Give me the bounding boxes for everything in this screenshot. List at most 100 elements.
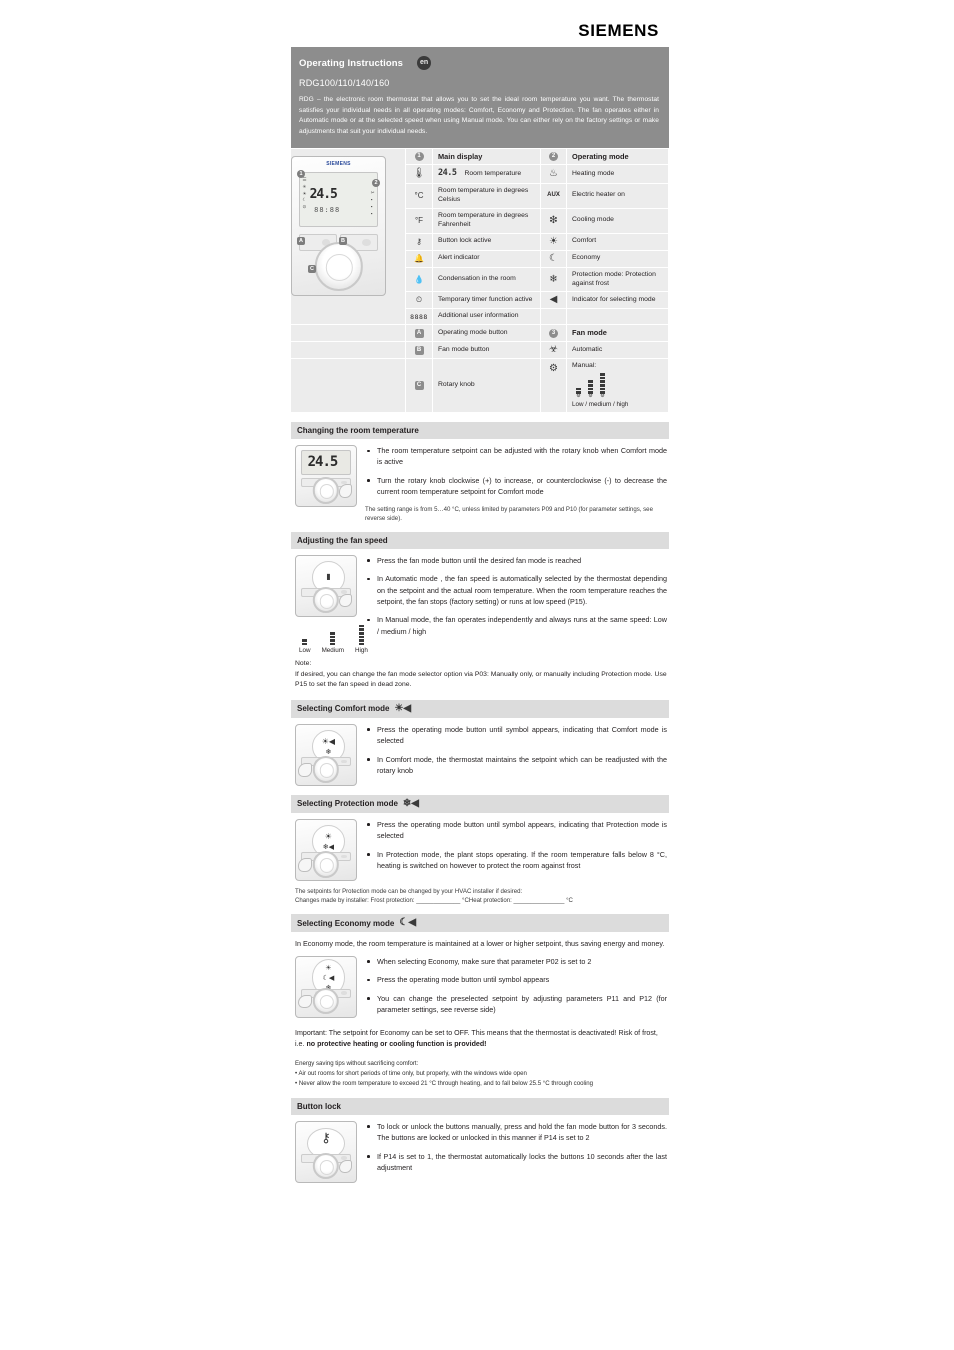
thermometer-icon: 🌡 (406, 165, 433, 184)
callout-a-badge: A (297, 236, 305, 245)
comfort-sun-icon: ☀◀ (321, 737, 336, 747)
section-body-selecting-economy-mode: ☀ ☾◀ ❄ When selecting Economy, make sure… (291, 950, 669, 1023)
badge-1: 1 (414, 152, 424, 162)
lcd-temperature-value: 24.5 (309, 186, 338, 202)
list-item: Press the fan mode button until the desi… (365, 555, 667, 566)
section-text: When selecting Economy, make sure that p… (365, 956, 667, 1023)
legend-num-badge-1: 1 (406, 148, 433, 166)
section-head-selecting-comfort-mode: Selecting Comfort mode ☀◀ (291, 699, 669, 718)
note-block-fan: Note: If desired, you can change the fan… (295, 659, 669, 691)
callout-c-badge: C (308, 264, 316, 273)
section-text: The room temperature setpoint can be adj… (365, 445, 667, 523)
device-rotary-knob (312, 477, 340, 504)
section-body-selecting-comfort-mode: ☀◀ ❄ Press the operating mode button unt… (291, 718, 669, 786)
protection-frost-icon: ❄◀ (402, 797, 419, 809)
device-rotary-knob (312, 587, 340, 614)
list-item: In Manual mode, the fan operates indepen… (365, 614, 667, 637)
fan-speed-medium: ⚙ (588, 380, 593, 398)
note-text: If desired, you can change the fan mode … (295, 670, 667, 689)
economy-moon-icon: ☾◀ (322, 974, 335, 982)
timer-icon: ⏲ (406, 292, 433, 310)
legend-num-badge-2: 2 (541, 148, 567, 166)
seven-segment-icon: 8888 (406, 309, 433, 326)
legend-row-rotary-knob: Rotary knob (433, 359, 541, 414)
bullet-list: When selecting Economy, make sure that p… (365, 956, 667, 1016)
device-thumb-economy: ☀ ☾◀ ❄ (295, 955, 357, 1018)
legend-row-mode-indicator: Indicator for selecting mode (567, 292, 669, 310)
list-item: If P14 is set to 1, the thermostat autom… (365, 1151, 667, 1174)
fan-speed-high: ⚙ (600, 373, 605, 399)
device-lcd: ☰ ✳ ☀ ☾ ⊙ ✂ ▪ ▪ ▪ 24.5 88:88 (299, 171, 378, 228)
language-badge-icon: en (417, 56, 432, 70)
legend-row-room-temperature: 24.5 Room temperature (433, 165, 541, 184)
device-lcd: 24.5 (300, 450, 352, 476)
legend-row-temporary-timer: Temporary timer function active (433, 292, 541, 310)
hand-icon (339, 594, 353, 608)
fan-bars-icon: ▮ (326, 572, 331, 582)
list-item: Press the operating mode button until sy… (365, 724, 667, 747)
list-item: In Comfort mode, the thermostat maintain… (365, 754, 667, 777)
section-text: To lock or unlock the buttons manually, … (365, 1121, 667, 1183)
list-item: In Automatic mode , the fan speed is aut… (365, 573, 667, 607)
hand-icon (298, 995, 312, 1009)
legend-row-alert-indicator: Alert indicator (433, 250, 541, 268)
device-rotary-knob (312, 851, 340, 878)
badge-c: C (414, 381, 424, 391)
intro-block: Operating Instructions en RDG100/110/140… (291, 47, 669, 148)
fan-manual-caption: Low / medium / high (572, 400, 629, 408)
section-title: Selecting Economy mode (297, 918, 395, 928)
device-brand-label: SIEMENS (326, 160, 351, 167)
heating-icon: ♨ (541, 165, 567, 184)
legend-num-badge-3: 3 (541, 325, 567, 343)
device-rotary-knob (314, 242, 363, 291)
section-head-changing-room-temperature: Changing the room temperature (291, 422, 669, 440)
protection-frost-icon: ❄ (325, 749, 332, 757)
fan-automatic-icon: ☣ (541, 342, 567, 360)
section-body-selecting-protection-mode: ☀ ❄◀ Press the operating mode button unt… (291, 813, 669, 881)
tip-item: • Air out rooms for short periods of tim… (295, 1070, 527, 1078)
hand-icon (298, 858, 312, 872)
lcd-right-icons: ✂ ▪ ▪ ▪ (370, 189, 375, 217)
device-thumb-fan: ▮ (295, 554, 357, 617)
legend-badge-c: C (406, 359, 433, 414)
bullet-list: The room temperature setpoint can be adj… (365, 445, 667, 498)
legend-row-additional-user-info: Additional user information (433, 309, 541, 326)
fine-print-setting-range: The setting range is from 5…40 °C, unles… (365, 505, 653, 522)
tip-item: • Never allow the room temperature to ex… (295, 1079, 593, 1087)
device-thumb-comfort: ☀◀ ❄ (295, 723, 357, 786)
model-number: RDG100/110/140/160 (299, 78, 390, 88)
comfort-sun-icon: ☀ (541, 233, 567, 251)
economy-moon-icon: ☾ (541, 250, 567, 268)
callout-1-badge: 1 (297, 169, 305, 178)
document-page: SIEMENS Operating Instructions en RDG100… (291, 0, 669, 1183)
badge-2: 2 (549, 152, 558, 162)
section-body-button-lock: ⚷ To lock or unlock the buttons manually… (291, 1115, 669, 1183)
legend-spacer-a (541, 309, 567, 326)
page-title: Operating Instructions (299, 57, 404, 69)
electric-heater-icon: AUX (541, 183, 567, 209)
hand-icon (339, 1160, 353, 1174)
protection-frost-icon: ❄◀ (322, 844, 335, 852)
key-lock-icon: ⚷ (406, 233, 433, 251)
mode-selector-arrow-icon: ◀ (541, 292, 567, 310)
legend-device-illustration-cell: SIEMENS ☰ ✳ ☀ ☾ ⊙ ✂ ▪ ▪ ▪ 24.5 88:88 1 2 A B C (291, 148, 406, 326)
legend-row-fan-automatic: Automatic (567, 342, 669, 360)
device-thumb-temperature: 24.5 (295, 445, 357, 508)
bullet-list: Press the operating mode button until sy… (365, 819, 667, 872)
list-item: To lock or unlock the buttons manually, … (365, 1121, 667, 1144)
lcd-left-icons: ☰ ✳ ☀ ☾ ⊙ (302, 177, 307, 210)
fan-label-low: Low (299, 647, 311, 655)
section-body-changing-room-temperature: 24.5 The room temperature setpoint can b… (291, 439, 669, 523)
section-title: Button lock (297, 1101, 341, 1111)
protection-footnote: The setpoints for Protection mode can be… (295, 887, 667, 905)
legend-table: SIEMENS ☰ ✳ ☀ ☾ ⊙ ✂ ▪ ▪ ▪ 24.5 88:88 1 2 A B C (291, 148, 669, 414)
important-bold: no protective heating or cooling functio… (306, 1040, 487, 1049)
thumb-temp-value: 24.5 (307, 453, 339, 470)
list-item: In Protection mode, the plant stops oper… (365, 849, 667, 872)
comfort-sun-icon: ☀ (324, 832, 332, 842)
intro-description: RDG – the electronic room thermostat tha… (299, 96, 659, 136)
tips-title: Energy saving tips without sacrificing c… (295, 1060, 419, 1068)
list-item: Press the operating mode button until sy… (365, 819, 667, 842)
legend-row-electric-heater: Electric heater on (567, 183, 669, 209)
hand-icon (298, 763, 312, 777)
